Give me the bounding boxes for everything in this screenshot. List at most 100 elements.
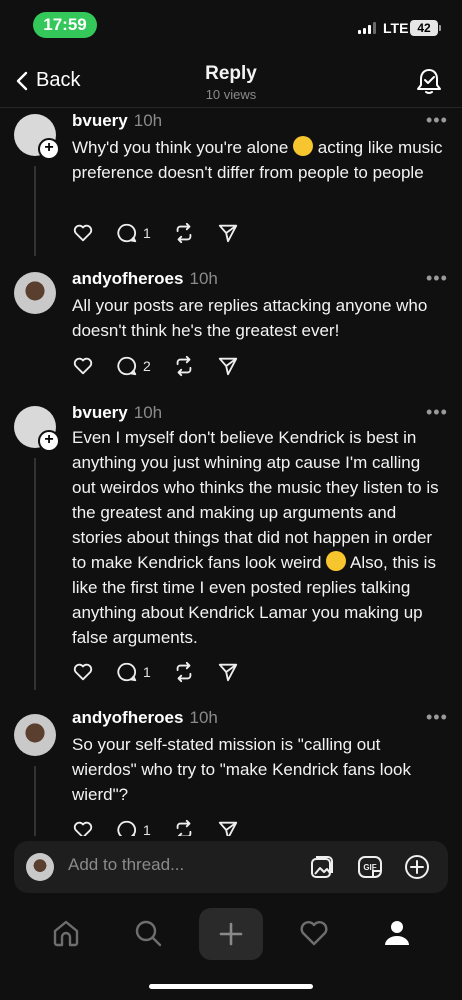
more-options-icon[interactable]: ••• bbox=[426, 268, 448, 289]
reply-count: 1 bbox=[143, 822, 151, 836]
post-text-part: Even I myself don't believe Kendrick is … bbox=[72, 428, 439, 572]
repost-button[interactable] bbox=[173, 819, 195, 836]
reply-composer[interactable]: GIF bbox=[14, 841, 448, 893]
reply-button[interactable]: 1 bbox=[116, 819, 151, 836]
network-label: LTE bbox=[383, 20, 409, 36]
share-button[interactable] bbox=[217, 355, 239, 377]
repost-icon bbox=[176, 355, 192, 377]
thread-line bbox=[34, 766, 36, 836]
send-icon bbox=[218, 663, 237, 682]
status-bar: 17:59 LTE 42 bbox=[0, 0, 462, 50]
thread[interactable]: + bvuery 10h ••• Why'd you think you're a… bbox=[0, 108, 462, 836]
reply-count: 2 bbox=[143, 358, 151, 374]
username-text: bvuery bbox=[72, 403, 128, 422]
post-actions: 2 bbox=[72, 354, 261, 378]
battery-icon: 42 bbox=[410, 20, 441, 36]
status-time: 17:59 bbox=[33, 12, 97, 38]
post-actions: 1 bbox=[72, 660, 261, 684]
share-button[interactable] bbox=[217, 661, 239, 683]
send-icon bbox=[218, 224, 237, 243]
comment-icon bbox=[117, 662, 137, 682]
comment-icon bbox=[117, 223, 137, 243]
follow-plus-icon[interactable]: + bbox=[38, 430, 60, 452]
heart-icon bbox=[73, 224, 93, 242]
page-title: Reply bbox=[205, 63, 257, 84]
avatar[interactable] bbox=[14, 714, 56, 756]
post-time: 10h bbox=[133, 111, 163, 130]
nav-profile[interactable] bbox=[377, 913, 417, 953]
post-username[interactable]: bvuery 10h bbox=[72, 403, 162, 423]
avatar bbox=[26, 853, 54, 881]
username-text: bvuery bbox=[72, 111, 128, 130]
follow-plus-icon[interactable]: + bbox=[38, 138, 60, 160]
notification-bell-icon[interactable] bbox=[414, 66, 444, 96]
avatar[interactable] bbox=[14, 272, 56, 314]
post-username[interactable]: andyofheroes 10h bbox=[72, 708, 218, 728]
repost-icon bbox=[176, 222, 192, 244]
view-count: 10 views bbox=[205, 87, 257, 102]
post-username[interactable]: bvuery 10h bbox=[72, 111, 162, 131]
heart-icon bbox=[73, 357, 93, 375]
search-icon bbox=[135, 920, 162, 947]
compose-plus-icon bbox=[219, 922, 243, 946]
comment-icon bbox=[117, 356, 137, 376]
nav-search[interactable] bbox=[128, 913, 168, 953]
crying-face-emoji-icon bbox=[293, 136, 314, 156]
profile-icon bbox=[385, 921, 409, 945]
like-button[interactable] bbox=[72, 819, 94, 836]
gallery-icon[interactable] bbox=[308, 853, 336, 881]
share-button[interactable] bbox=[217, 222, 239, 244]
share-button[interactable] bbox=[217, 819, 239, 836]
post-actions: 1 bbox=[72, 221, 261, 245]
more-options-icon[interactable]: ••• bbox=[426, 402, 448, 423]
reply-button[interactable]: 1 bbox=[116, 222, 151, 244]
bottom-nav bbox=[0, 905, 462, 965]
post: + bvuery 10h ••• Why'd you think you're a… bbox=[0, 108, 462, 268]
post-text: Even I myself don't believe Kendrick is … bbox=[72, 425, 444, 650]
post-username[interactable]: andyofheroes 10h bbox=[72, 269, 218, 289]
comment-icon bbox=[117, 820, 137, 836]
post-text: So your self-stated mission is "calling … bbox=[72, 735, 411, 804]
reply-count: 1 bbox=[143, 664, 151, 680]
post-actions: 1 bbox=[72, 818, 261, 836]
post-time: 10h bbox=[189, 269, 218, 288]
nav-compose[interactable] bbox=[199, 908, 263, 960]
add-circle-icon[interactable] bbox=[403, 853, 431, 881]
heart-icon bbox=[73, 663, 93, 681]
post-text: All your posts are replies attacking any… bbox=[72, 296, 428, 340]
post: andyofheroes 10h ••• So your self-stated … bbox=[0, 707, 462, 836]
heart-icon bbox=[73, 821, 93, 836]
reply-button[interactable]: 2 bbox=[116, 355, 151, 377]
reply-button[interactable]: 1 bbox=[116, 661, 151, 683]
post-text-part: Why'd you think you're alone bbox=[72, 138, 289, 157]
like-button[interactable] bbox=[72, 661, 94, 683]
nav-activity[interactable] bbox=[294, 913, 334, 953]
nav-home[interactable] bbox=[46, 913, 86, 953]
header: Back Reply 10 views bbox=[0, 52, 462, 108]
thread-line bbox=[34, 458, 36, 690]
like-button[interactable] bbox=[72, 355, 94, 377]
reply-count: 1 bbox=[143, 225, 151, 241]
post: + bvuery 10h ••• Even I myself don't beli… bbox=[0, 400, 462, 700]
repost-icon bbox=[176, 661, 192, 683]
signal-icon bbox=[358, 22, 376, 34]
repost-button[interactable] bbox=[173, 355, 195, 377]
thread-line bbox=[34, 166, 36, 256]
username-text: andyofheroes bbox=[72, 708, 184, 727]
send-icon bbox=[218, 821, 237, 836]
post-text: Why'd you think you're alone acting like… bbox=[72, 135, 444, 185]
repost-button[interactable] bbox=[173, 661, 195, 683]
gif-icon[interactable]: GIF bbox=[356, 853, 384, 881]
more-options-icon[interactable]: ••• bbox=[426, 707, 448, 728]
like-button[interactable] bbox=[72, 222, 94, 244]
reply-input[interactable] bbox=[68, 855, 268, 875]
post-time: 10h bbox=[189, 708, 218, 727]
svg-text:GIF: GIF bbox=[363, 863, 376, 872]
repost-icon bbox=[176, 819, 192, 836]
post-time: 10h bbox=[133, 403, 163, 422]
home-icon bbox=[53, 920, 79, 947]
more-options-icon[interactable]: ••• bbox=[426, 110, 448, 131]
rolling-laughing-emoji-icon bbox=[326, 551, 347, 571]
post: andyofheroes 10h ••• All your posts are r… bbox=[0, 266, 462, 396]
repost-button[interactable] bbox=[173, 222, 195, 244]
